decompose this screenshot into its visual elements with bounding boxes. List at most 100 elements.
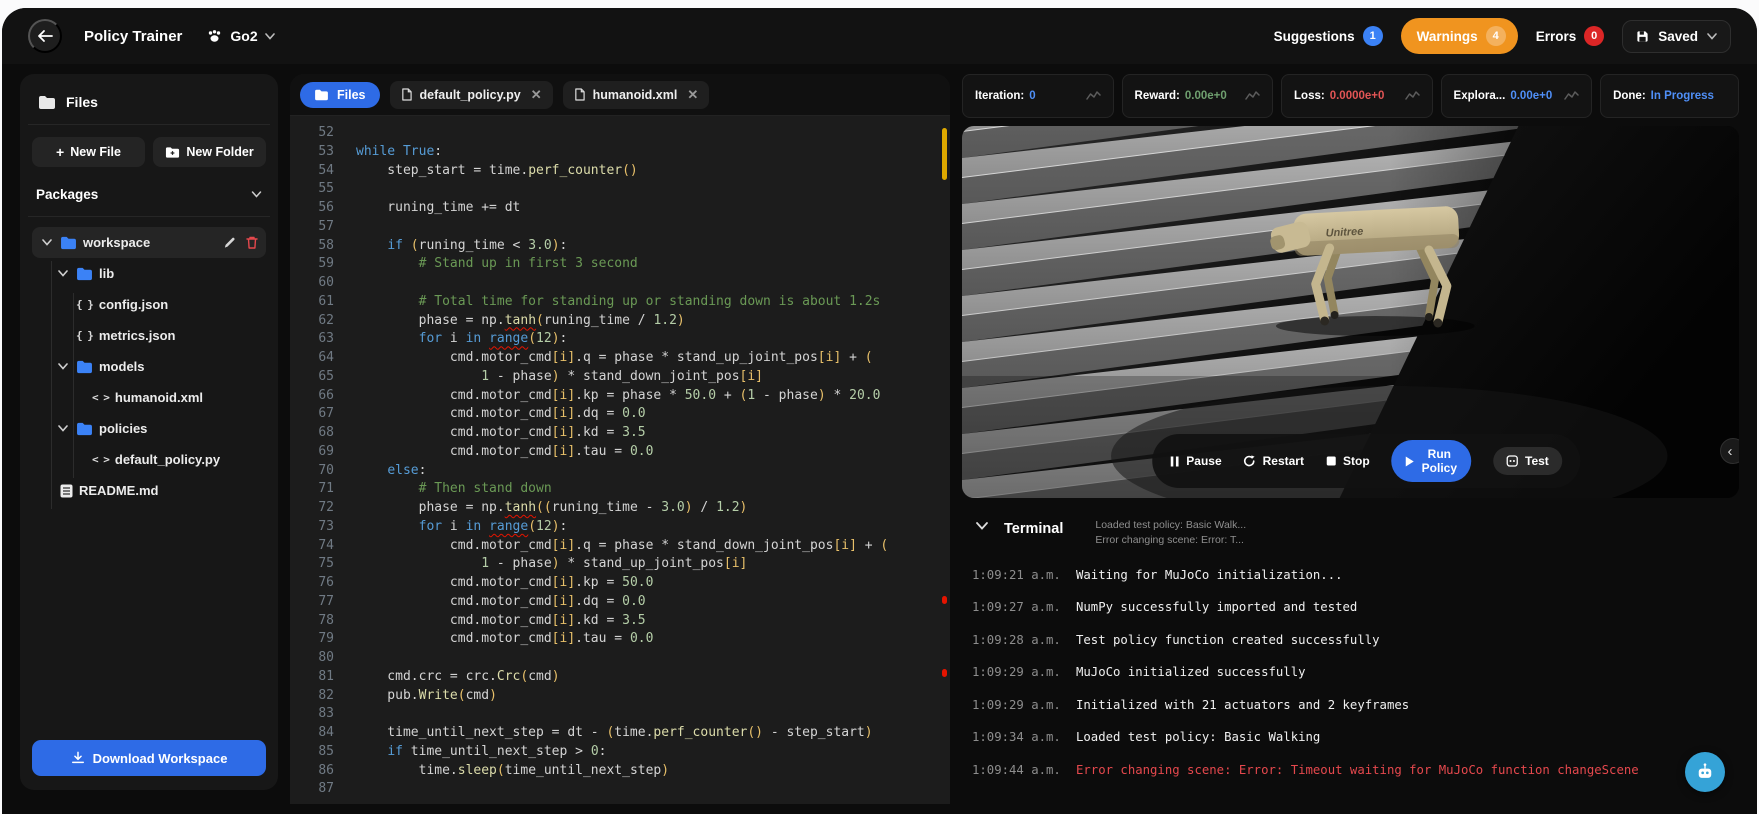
tree-item-label: models — [99, 359, 145, 374]
rename-pencil-icon[interactable] — [223, 236, 236, 249]
code-line: 86 time.sleep(time_until_next_step) — [318, 762, 670, 778]
code-line: 65 1 - phase) * stand_down_joint_pos[i] — [318, 368, 764, 384]
log-message: Error changing scene: Error: Timeout wai… — [1076, 762, 1639, 777]
scrollbar-error-marker[interactable] — [942, 669, 947, 677]
packages-section[interactable]: Packages — [32, 179, 266, 216]
warnings-button[interactable]: Warnings 4 — [1400, 18, 1518, 54]
terminal-collapse-chevron-icon[interactable] — [976, 522, 988, 530]
file-icon — [401, 88, 412, 101]
close-icon[interactable]: ✕ — [531, 87, 542, 103]
tree-item-label: lib — [99, 266, 115, 281]
chevron-down-icon[interactable] — [56, 270, 70, 277]
tree-item-readme-md[interactable]: README.md — [32, 475, 266, 506]
braces-icon: { } — [76, 298, 94, 311]
sparkline-icon — [1404, 90, 1420, 102]
code-line: 63 for i in range(12): — [318, 331, 568, 347]
metric-label: Loss: — [1294, 90, 1325, 102]
tab-default-policy[interactable]: default_policy.py ✕ — [389, 80, 553, 109]
scrollbar-warning-marker[interactable] — [942, 128, 947, 180]
chevron-down-icon[interactable] — [56, 425, 70, 432]
stop-button[interactable]: Stop — [1326, 454, 1370, 468]
files-tab[interactable]: Files — [300, 81, 380, 108]
mujoco-viewport[interactable]: Unitree Pause Restart Stop Run Policy Te… — [962, 126, 1739, 498]
robot-brand-label: Unitree — [1325, 226, 1363, 240]
metric-card-reward[interactable]: Reward: 0.00e+0 — [1121, 74, 1274, 118]
code-line: 79 cmd.motor_cmd[i].tau = 0.0 — [318, 631, 654, 647]
tree-item-metrics-json[interactable]: { } metrics.json — [32, 320, 266, 351]
code-line: 77 cmd.motor_cmd[i].dq = 0.0 — [318, 593, 646, 609]
terminal-log-row: 1:09:34 a.m. Loaded test policy: Basic Wa… — [972, 721, 1735, 754]
test-button[interactable]: Test — [1493, 447, 1562, 475]
new-folder-button[interactable]: New Folder — [153, 137, 266, 167]
log-message: Waiting for MuJoCo initialization... — [1076, 567, 1343, 582]
navbar: Policy Trainer Go2 Suggestions 1 Warning… — [2, 8, 1757, 64]
download-workspace-button[interactable]: Download Workspace — [32, 740, 266, 776]
code-line: 62 phase = np.tanh(runing_time / 1.2) — [318, 312, 685, 328]
code-line: 57 — [318, 218, 334, 234]
folder-icon — [76, 267, 93, 281]
files-header: Files — [32, 86, 266, 124]
tree-item-label: policies — [99, 421, 148, 436]
files-title: Files — [66, 94, 98, 110]
tree-item-lib[interactable]: lib — [32, 258, 266, 289]
code-line: 54 step_start = time.perf_counter() — [318, 162, 638, 178]
tree-item-policies[interactable]: policies — [32, 413, 266, 444]
tab-humanoid-xml[interactable]: humanoid.xml ✕ — [562, 80, 710, 109]
scrollbar-error-marker[interactable] — [942, 596, 947, 604]
robot-selector[interactable]: Go2 — [206, 28, 275, 44]
log-timestamp: 1:09:29 a.m. — [972, 665, 1061, 680]
files-sidebar: Files + New File New Folder Packages wor… — [20, 74, 278, 790]
metric-card-iteration[interactable]: Iteration: 0 — [962, 74, 1114, 118]
delete-trash-icon[interactable] — [246, 236, 258, 249]
code-line: 60 — [318, 275, 334, 290]
tree-item-label: metrics.json — [98, 328, 176, 343]
metric-label: Reward: — [1134, 90, 1180, 102]
metric-card-done[interactable]: Done: In Progress — [1600, 74, 1740, 118]
terminal-log-row: 1:09:21 a.m. Waiting for MuJoCo initializ… — [972, 558, 1735, 591]
test-flask-icon — [1506, 455, 1518, 467]
folder-icon — [76, 422, 93, 436]
pause-button[interactable]: Pause — [1170, 454, 1222, 468]
metric-card-explora[interactable]: Explora... 0.00e+0 — [1440, 74, 1593, 118]
log-timestamp: 1:09:28 a.m. — [972, 632, 1061, 647]
tree-item-config-json[interactable]: { } config.json — [32, 289, 266, 320]
tree-item-label: workspace — [83, 235, 151, 250]
restart-button[interactable]: Restart — [1244, 454, 1304, 468]
suggestions-button[interactable]: Suggestions 1 — [1274, 26, 1383, 46]
metric-value: In Progress — [1650, 90, 1714, 102]
errors-button[interactable]: Errors 0 — [1536, 26, 1605, 46]
robot-assistant-icon — [1695, 762, 1715, 782]
editor-tabbar: Files default_policy.py ✕ humanoid.xml ✕ — [290, 74, 950, 116]
run-policy-button[interactable]: Run Policy — [1391, 440, 1471, 482]
tree-item-default-policy-py[interactable]: < > default_policy.py — [32, 444, 266, 475]
chevron-down-icon[interactable] — [40, 239, 54, 246]
code-line: 58 if (runing_time < 3.0): — [318, 237, 568, 253]
code-lines[interactable]: 52 53 while True: 54 step_start = time.perf… — [290, 116, 950, 804]
code-editor: Files default_policy.py ✕ humanoid.xml ✕ — [290, 74, 950, 804]
simulation-panel: Iteration: 0 Reward: 0.00e+0 Loss: 0.0000e+0 E… — [962, 74, 1740, 804]
code-line: 61 # Total time for standing up or stand… — [318, 293, 881, 309]
tree-item-workspace[interactable]: workspace — [32, 227, 266, 258]
terminal-title: Terminal — [1004, 521, 1064, 537]
code-line: 70 else: — [318, 462, 427, 478]
close-icon[interactable]: ✕ — [687, 87, 698, 103]
assistant-button[interactable] — [1685, 752, 1725, 792]
saved-button[interactable]: Saved — [1622, 19, 1731, 53]
chevron-down-icon[interactable] — [56, 363, 70, 370]
tree-item-models[interactable]: models — [32, 351, 266, 382]
new-file-button[interactable]: + New File — [32, 137, 145, 167]
terminal-preview: Loaded test policy: Basic Walk... Error … — [1095, 519, 1247, 547]
tree-item-humanoid-xml[interactable]: < > humanoid.xml — [32, 382, 266, 413]
back-button[interactable] — [28, 19, 62, 53]
code-line: 73 for i in range(12): — [318, 518, 568, 534]
collapse-panel-button[interactable]: ‹ — [1720, 438, 1739, 464]
metric-label: Done: — [1613, 90, 1646, 102]
log-message: NumPy successfully imported and tested — [1076, 600, 1358, 615]
log-message: Test policy function created successfull… — [1076, 632, 1380, 647]
code-line: 56 runing_time += dt — [318, 200, 521, 215]
code-line: 67 cmd.motor_cmd[i].dq = 0.0 — [318, 406, 646, 422]
warnings-badge: 4 — [1485, 26, 1506, 46]
metric-card-loss[interactable]: Loss: 0.0000e+0 — [1281, 74, 1433, 118]
terminal-log-row: 1:09:27 a.m. NumPy successfully imported … — [972, 591, 1735, 624]
code-line: 76 cmd.motor_cmd[i].kp = 50.0 — [318, 575, 654, 590]
